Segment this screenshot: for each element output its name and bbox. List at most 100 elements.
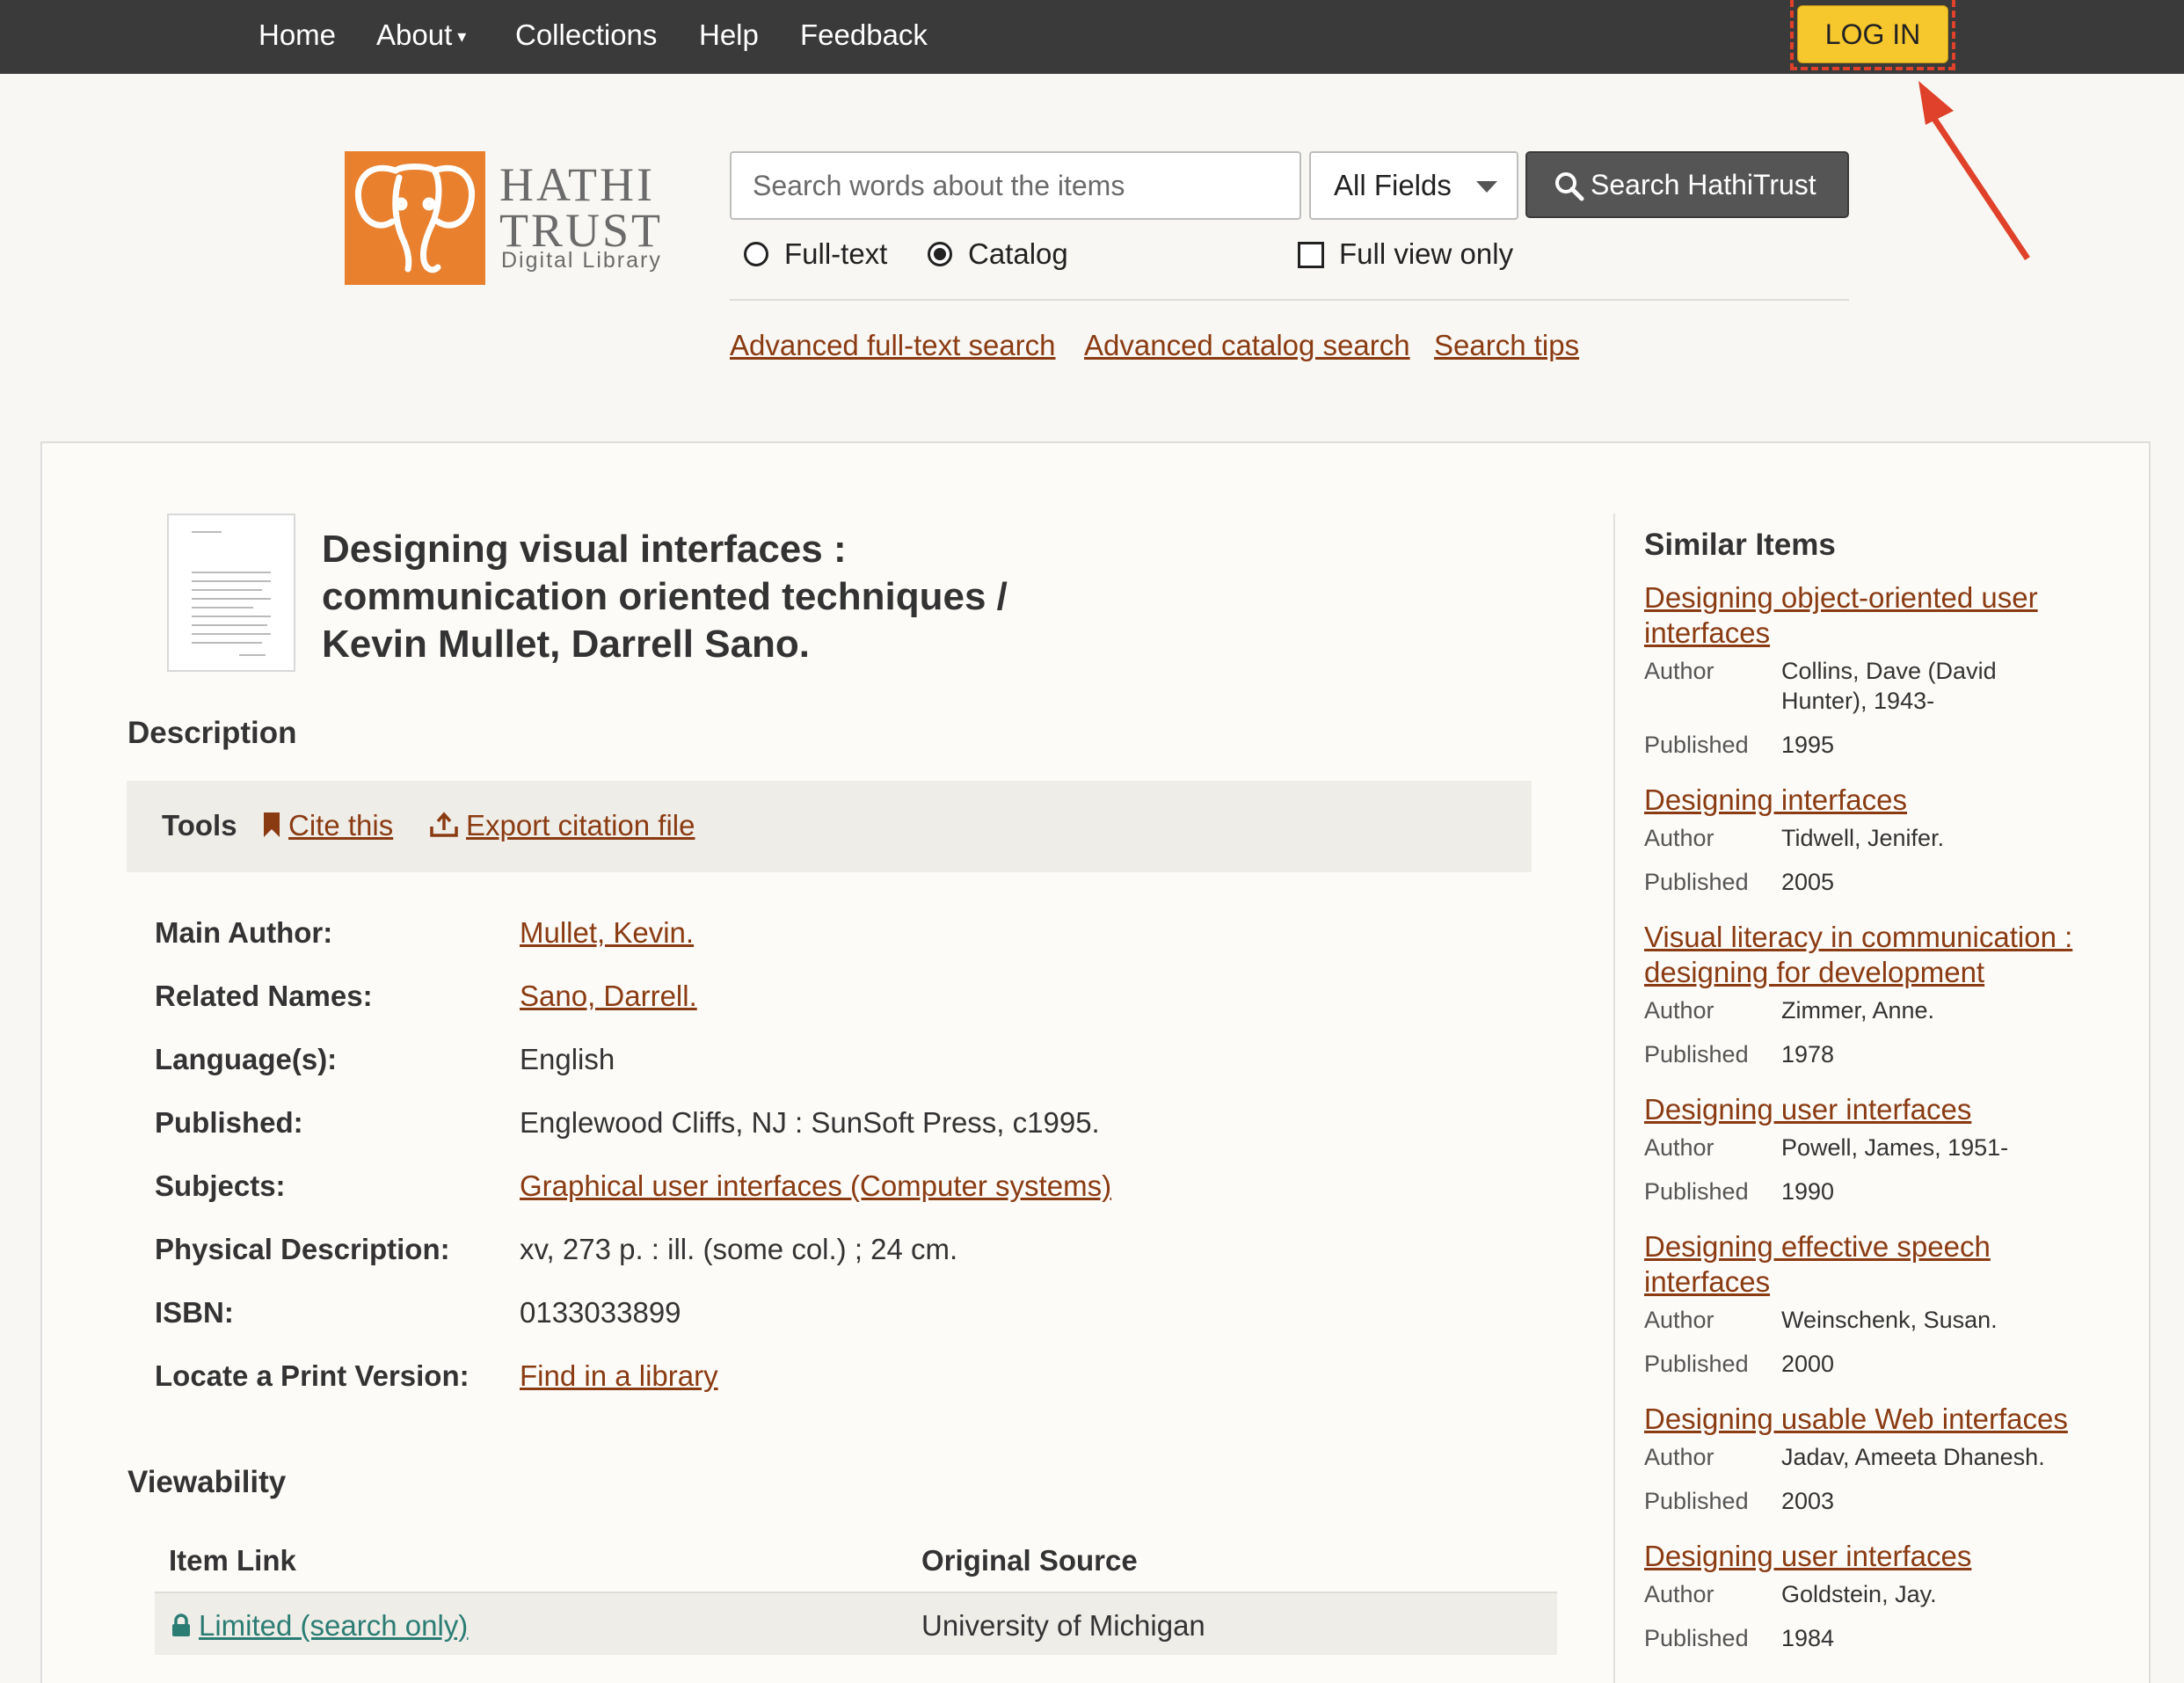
hathitrust-logo[interactable]: HATHI TRUST Digital Library [345, 149, 660, 290]
similar-item-published-label: Published [1644, 1488, 1749, 1514]
similar-item-published-label: Published [1644, 1625, 1749, 1651]
similar-item-published-label: Published [1644, 1178, 1749, 1205]
similar-item-published-label: Published [1644, 1351, 1749, 1377]
original-source-value: University of Michigan [921, 1609, 1205, 1642]
search-input[interactable] [730, 151, 1301, 220]
search-tips-link[interactable]: Search tips [1434, 329, 1579, 362]
radio-full-text-label: Full-text [784, 237, 888, 270]
similar-items-heading: Similar Items [1644, 528, 1836, 562]
nav-about-label: About [376, 18, 453, 51]
radio-catalog-label: Catalog [968, 237, 1068, 270]
similar-item-author: Powell, James, 1951- [1781, 1134, 2009, 1161]
cite-this-label: Cite this [288, 809, 394, 842]
similar-item-author: Tidwell, Jenifer. [1781, 825, 1945, 851]
record-title: Designing visual interfaces : communicat… [322, 528, 1008, 666]
subjects-link[interactable]: Graphical user interfaces (Computer syst… [520, 1169, 1111, 1203]
similar-item-published: 1995 [1781, 732, 1835, 758]
sidebar-divider [1613, 514, 1615, 1683]
search-field-value: All Fields [1334, 169, 1452, 201]
similar-item-published-label: Published [1644, 869, 1749, 895]
top-navigation-bar: Home About ▾ Collections Help Feedback LO… [0, 0, 2184, 74]
detail-label-isbn: ISBN: [155, 1296, 234, 1329]
similar-item-published-label: Published [1644, 732, 1749, 758]
published-value: Englewood Cliffs, NJ : SunSoft Press, c1… [520, 1106, 1100, 1139]
similar-item-title-link[interactable]: Designing interfaces [1644, 783, 2101, 818]
advanced-catalog-search-link[interactable]: Advanced catalog search [1084, 329, 1410, 362]
similar-item-published: 1978 [1781, 1041, 1835, 1067]
similar-item-author: Jadav, Ameeta Dhanesh. [1781, 1444, 2045, 1470]
tools-label: Tools [162, 809, 237, 842]
similar-item-published-label: Published [1644, 1041, 1749, 1067]
search-button[interactable]: Search HathiTrust [1525, 151, 1849, 218]
similar-item-title-link[interactable]: Designing object-oriented user interface… [1644, 580, 2101, 651]
similar-item-author-label: Author [1644, 1444, 1714, 1470]
logo-text-digital-library: Digital Library [501, 248, 662, 273]
limited-search-only-label: Limited (search only) [199, 1609, 469, 1642]
similar-item-author-label: Author [1644, 658, 1714, 684]
radio-selected-dot [934, 248, 946, 260]
header-divider [730, 299, 1849, 301]
similar-item-title-link[interactable]: Visual literacy in communication : desig… [1644, 920, 2101, 990]
radio-circle [744, 242, 768, 266]
main-author-link[interactable]: Mullet, Kevin. [520, 916, 694, 950]
book-cover-thumbnail[interactable] [167, 514, 295, 672]
similar-item-author-label: Author [1644, 997, 1714, 1024]
search-icon [1555, 172, 1584, 201]
similar-item-author-label: Author [1644, 825, 1714, 851]
advanced-full-text-search-link[interactable]: Advanced full-text search [730, 329, 1056, 362]
checkbox-box [1298, 242, 1324, 268]
login-button[interactable]: LOG IN [1797, 5, 1948, 63]
similar-item-author-label: Author [1644, 1581, 1714, 1607]
export-citation-link[interactable]: Export citation file [429, 809, 695, 842]
bookmark-icon [264, 812, 280, 837]
lock-icon [172, 1614, 190, 1636]
detail-label-related-names: Related Names: [155, 980, 373, 1012]
similar-item-author-label: Author [1644, 1134, 1714, 1161]
viewability-heading: Viewability [127, 1465, 287, 1499]
nav-help[interactable]: Help [699, 0, 759, 74]
isbn-value: 0133033899 [520, 1296, 681, 1329]
original-source-column-header: Original Source [921, 1544, 1138, 1577]
detail-label-subjects: Subjects: [155, 1169, 286, 1202]
annotation-arrow-icon [1918, 81, 2030, 260]
detail-label-published: Published: [155, 1106, 303, 1139]
similar-item-title-link[interactable]: Designing user interfaces [1644, 1539, 2101, 1574]
similar-item-title-link[interactable]: Designing user interfaces [1644, 1092, 2101, 1127]
detail-label-main-author: Main Author: [155, 916, 333, 949]
physical-description-value: xv, 273 p. : ill. (some col.) ; 24 cm. [520, 1233, 958, 1265]
find-in-library-link[interactable]: Find in a library [520, 1359, 718, 1393]
similar-item-author-label: Author [1644, 1307, 1714, 1333]
item-link-column-header: Item Link [169, 1544, 296, 1577]
detail-label-physical-description: Physical Description: [155, 1233, 450, 1265]
similar-item-published: 2000 [1781, 1351, 1835, 1377]
export-icon [430, 812, 458, 837]
nav-home[interactable]: Home [258, 0, 336, 74]
nav-collections[interactable]: Collections [515, 0, 657, 74]
similar-item-published: 1984 [1781, 1625, 1835, 1651]
similar-item-published: 2005 [1781, 869, 1835, 895]
description-heading: Description [127, 716, 297, 750]
similar-item-author: Zimmer, Anne. [1781, 997, 1935, 1024]
similar-item-author: Collins, Dave (David Hunter), 1943- [1781, 658, 1997, 714]
detail-label-locate-print: Locate a Print Version: [155, 1359, 470, 1392]
similar-item-title-link[interactable]: Designing effective speech interfaces [1644, 1229, 2101, 1300]
export-citation-label: Export citation file [466, 809, 695, 842]
similar-item-title-link[interactable]: Designing usable Web interfaces [1644, 1402, 2101, 1437]
related-names-link[interactable]: Sano, Darrell. [520, 980, 697, 1013]
search-field-select[interactable]: All Fields [1309, 151, 1518, 220]
detail-label-language: Language(s): [155, 1043, 338, 1075]
nav-feedback[interactable]: Feedback [800, 0, 928, 74]
logo-text-hathi: HATHI [499, 158, 655, 211]
elephant-logo-icon [345, 151, 485, 285]
similar-item-published: 2003 [1781, 1488, 1835, 1514]
language-value: English [520, 1043, 615, 1075]
dropdown-arrow-icon [1476, 181, 1497, 193]
limited-search-only-link[interactable]: Limited (search only) [171, 1609, 468, 1643]
similar-item-author: Goldstein, Jay. [1781, 1581, 1937, 1607]
full-view-only-label: Full view only [1339, 237, 1514, 270]
search-button-label: Search HathiTrust [1591, 169, 1816, 200]
nav-about[interactable]: About ▾ [376, 0, 466, 74]
similar-item-published: 1990 [1781, 1178, 1835, 1205]
similar-item-author: Weinschenk, Susan. [1781, 1307, 1998, 1333]
cite-this-link[interactable]: Cite this [262, 809, 393, 842]
